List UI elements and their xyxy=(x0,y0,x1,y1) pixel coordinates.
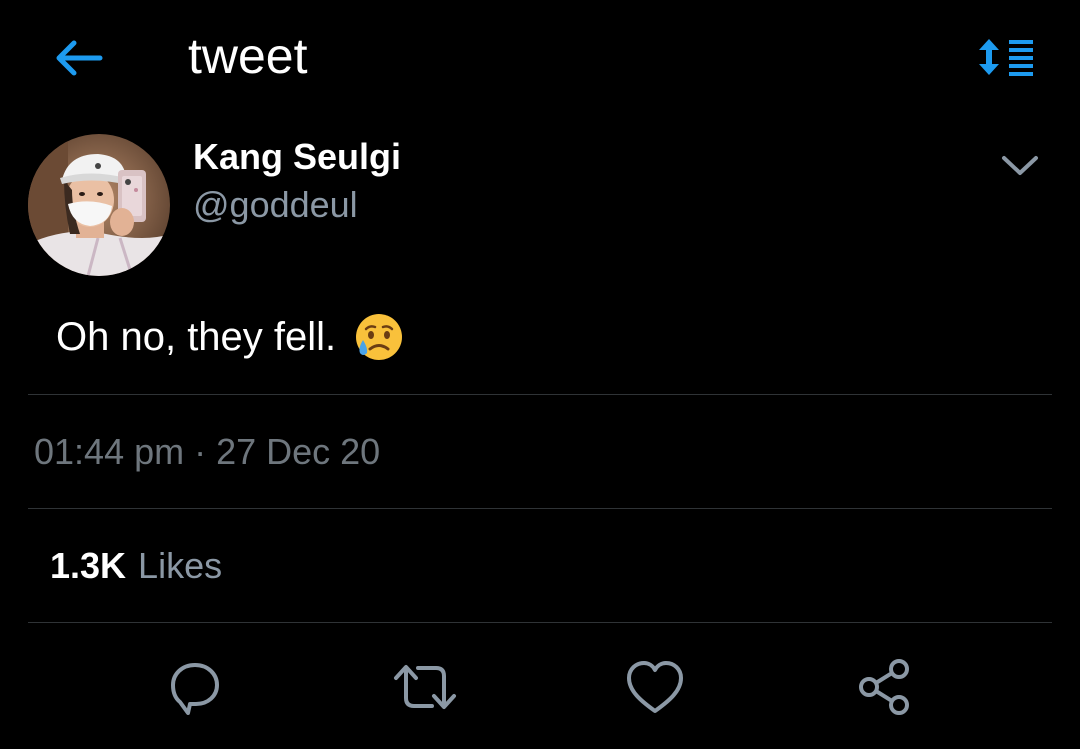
author-name[interactable]: Kang Seulgi xyxy=(193,136,401,178)
likes-stat[interactable]: 1.3K Likes xyxy=(50,544,222,588)
divider xyxy=(28,622,1052,623)
sort-button[interactable] xyxy=(974,30,1040,84)
share-button[interactable] xyxy=(850,652,920,722)
like-icon xyxy=(627,661,683,713)
retweet-button[interactable] xyxy=(390,652,460,722)
likes-label: Likes xyxy=(138,545,223,586)
tweet-body: Oh no, they fell. xyxy=(56,312,404,362)
likes-count: 1.3K xyxy=(50,545,127,586)
reply-icon xyxy=(171,663,219,715)
chevron-down-icon xyxy=(1002,156,1038,175)
author-handle[interactable]: @goddeul xyxy=(193,184,358,226)
retweet-icon xyxy=(394,665,456,709)
divider xyxy=(28,394,1052,395)
like-button[interactable] xyxy=(620,652,690,722)
more-options-button[interactable] xyxy=(990,140,1050,192)
reply-button[interactable] xyxy=(160,652,230,722)
sad-but-relieved-face-emoji xyxy=(356,314,403,360)
divider xyxy=(28,508,1052,509)
avatar-photo xyxy=(28,134,170,276)
tweet-timestamp: 01:44 pm · 27 Dec 20 xyxy=(34,431,381,472)
arrow-left-icon xyxy=(56,40,103,76)
back-button[interactable] xyxy=(46,30,110,86)
tweet-text: Oh no, they fell. xyxy=(56,315,337,359)
page-title: tweet xyxy=(188,28,308,84)
sort-list-icon xyxy=(979,39,1033,76)
share-icon xyxy=(859,659,909,715)
avatar[interactable] xyxy=(28,134,170,276)
